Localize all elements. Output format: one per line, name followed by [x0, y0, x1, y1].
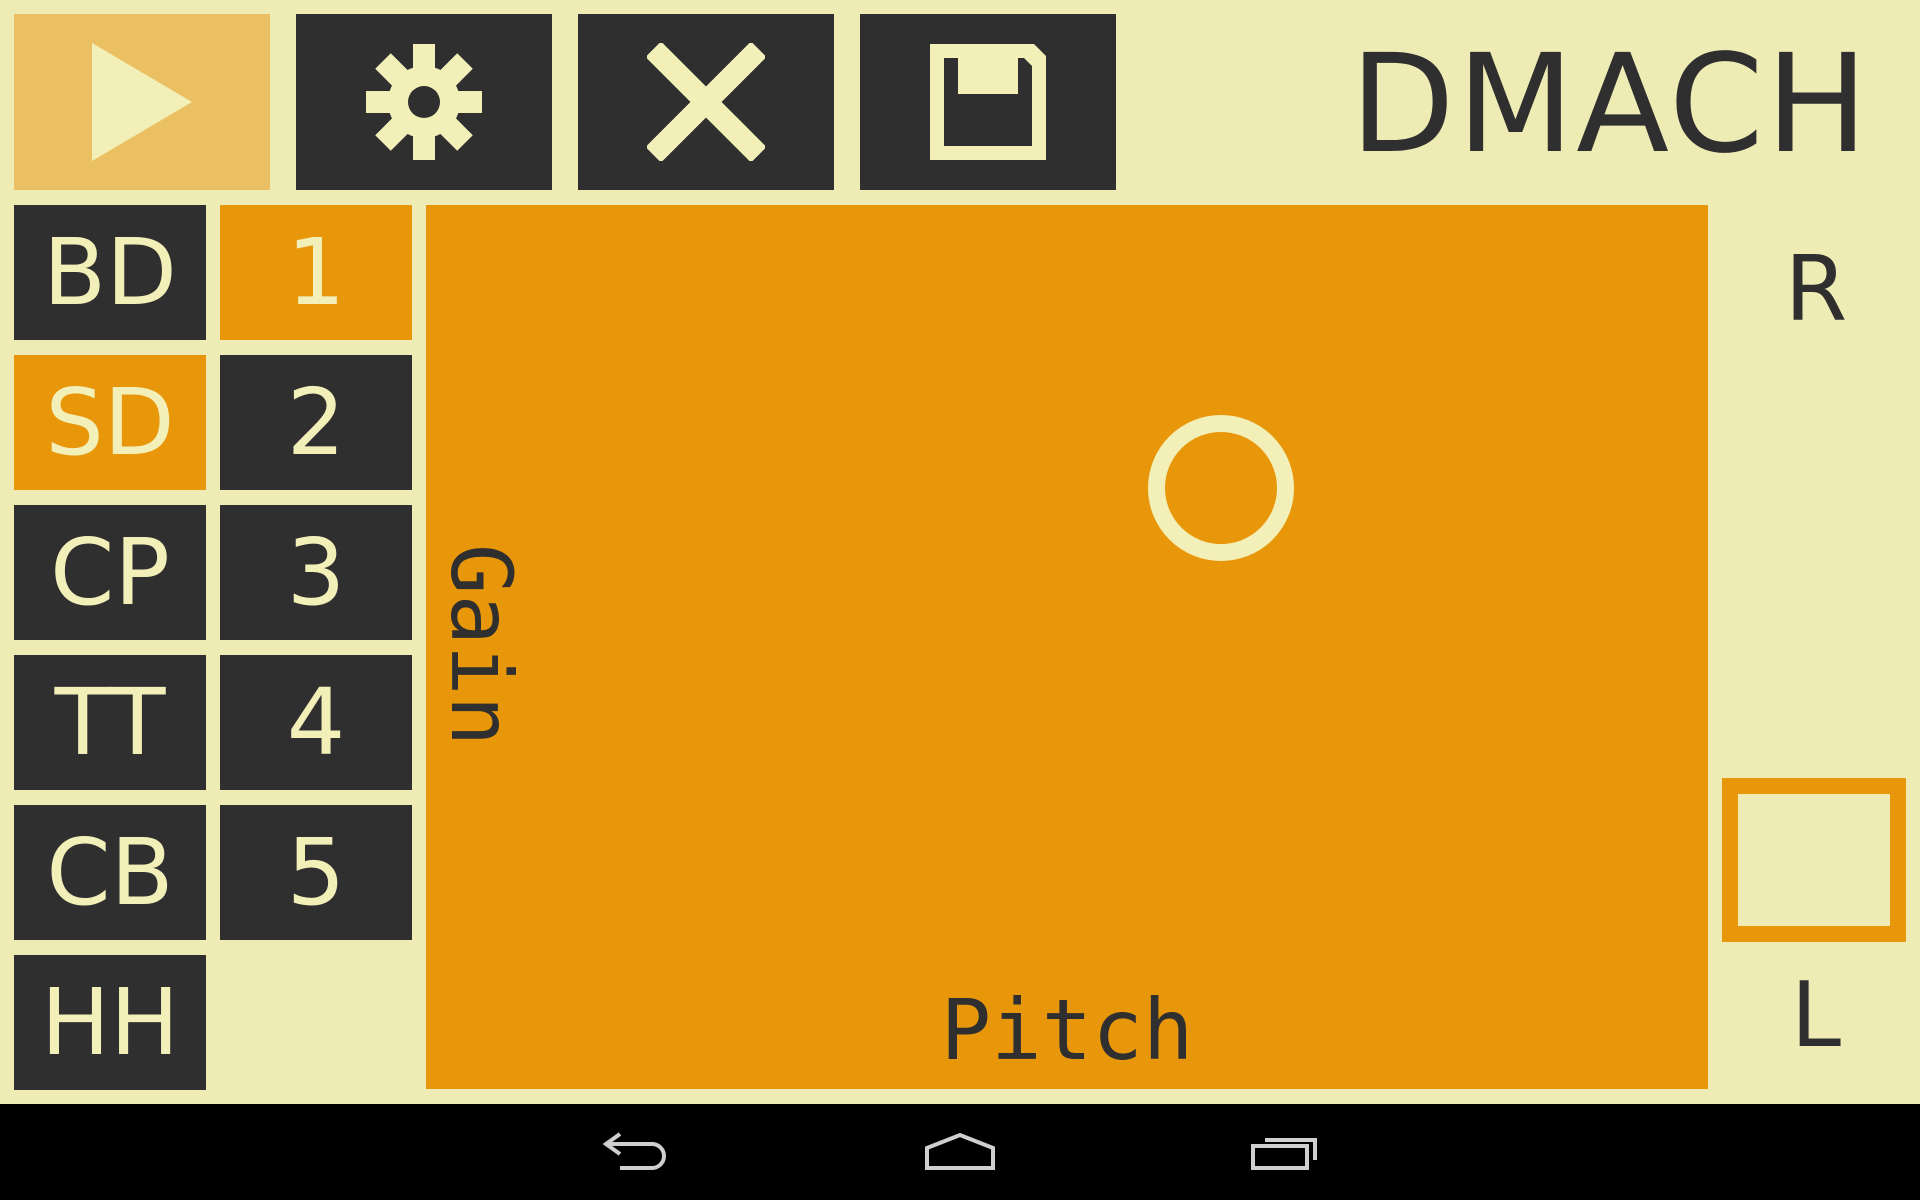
pattern-label: 2 [286, 368, 346, 476]
home-button[interactable] [915, 1122, 1005, 1182]
instrument-label: CB [46, 818, 174, 926]
app-title: DMACH [1350, 26, 1870, 184]
save-button[interactable] [860, 14, 1116, 190]
instrument-button-sd[interactable]: SD [14, 355, 206, 490]
instrument-button-tt[interactable]: TT [14, 655, 206, 790]
pad-y-label: Gain [432, 543, 531, 747]
instrument-label: BD [43, 218, 177, 326]
pan-right-label: R [1784, 237, 1848, 342]
pad-handle[interactable] [1147, 414, 1294, 561]
pattern-button-5[interactable]: 5 [220, 805, 412, 940]
instrument-label: SD [45, 368, 175, 476]
pattern-label: 1 [286, 218, 346, 326]
back-icon [602, 1132, 666, 1170]
recents-icon [1251, 1138, 1317, 1170]
play-icon [92, 43, 192, 161]
instrument-button-cb[interactable]: CB [14, 805, 206, 940]
pan-left-label: L [1790, 963, 1842, 1068]
close-icon [647, 43, 765, 161]
pattern-button-1[interactable]: 1 [220, 205, 412, 340]
recents-button[interactable] [1240, 1122, 1330, 1182]
pattern-label: 4 [286, 668, 346, 776]
back-button[interactable] [590, 1122, 680, 1182]
pad-y-label-wrap: Gain [426, 345, 536, 945]
clear-button[interactable] [578, 14, 834, 190]
pattern-label: 5 [286, 818, 346, 926]
pattern-button-3[interactable]: 3 [220, 505, 412, 640]
pattern-button-2[interactable]: 2 [220, 355, 412, 490]
instrument-label: CP [50, 518, 170, 626]
instrument-label: TT [54, 668, 166, 776]
gear-icon [366, 44, 482, 160]
settings-button[interactable] [296, 14, 552, 190]
system-navbar [0, 1104, 1920, 1200]
instrument-label: HH [40, 968, 180, 1076]
instrument-button-cp[interactable]: CP [14, 505, 206, 640]
play-button[interactable] [14, 14, 270, 190]
pad-x-label: Pitch [940, 981, 1194, 1079]
pan-slider-box[interactable] [1722, 778, 1906, 942]
pattern-label: 3 [286, 518, 346, 626]
floppy-disk-icon [930, 44, 1046, 160]
pattern-button-4[interactable]: 4 [220, 655, 412, 790]
instrument-button-bd[interactable]: BD [14, 205, 206, 340]
xy-pad[interactable]: Gain Pitch [426, 205, 1708, 1089]
home-icon [925, 1132, 995, 1170]
instrument-button-hh[interactable]: HH [14, 955, 206, 1090]
